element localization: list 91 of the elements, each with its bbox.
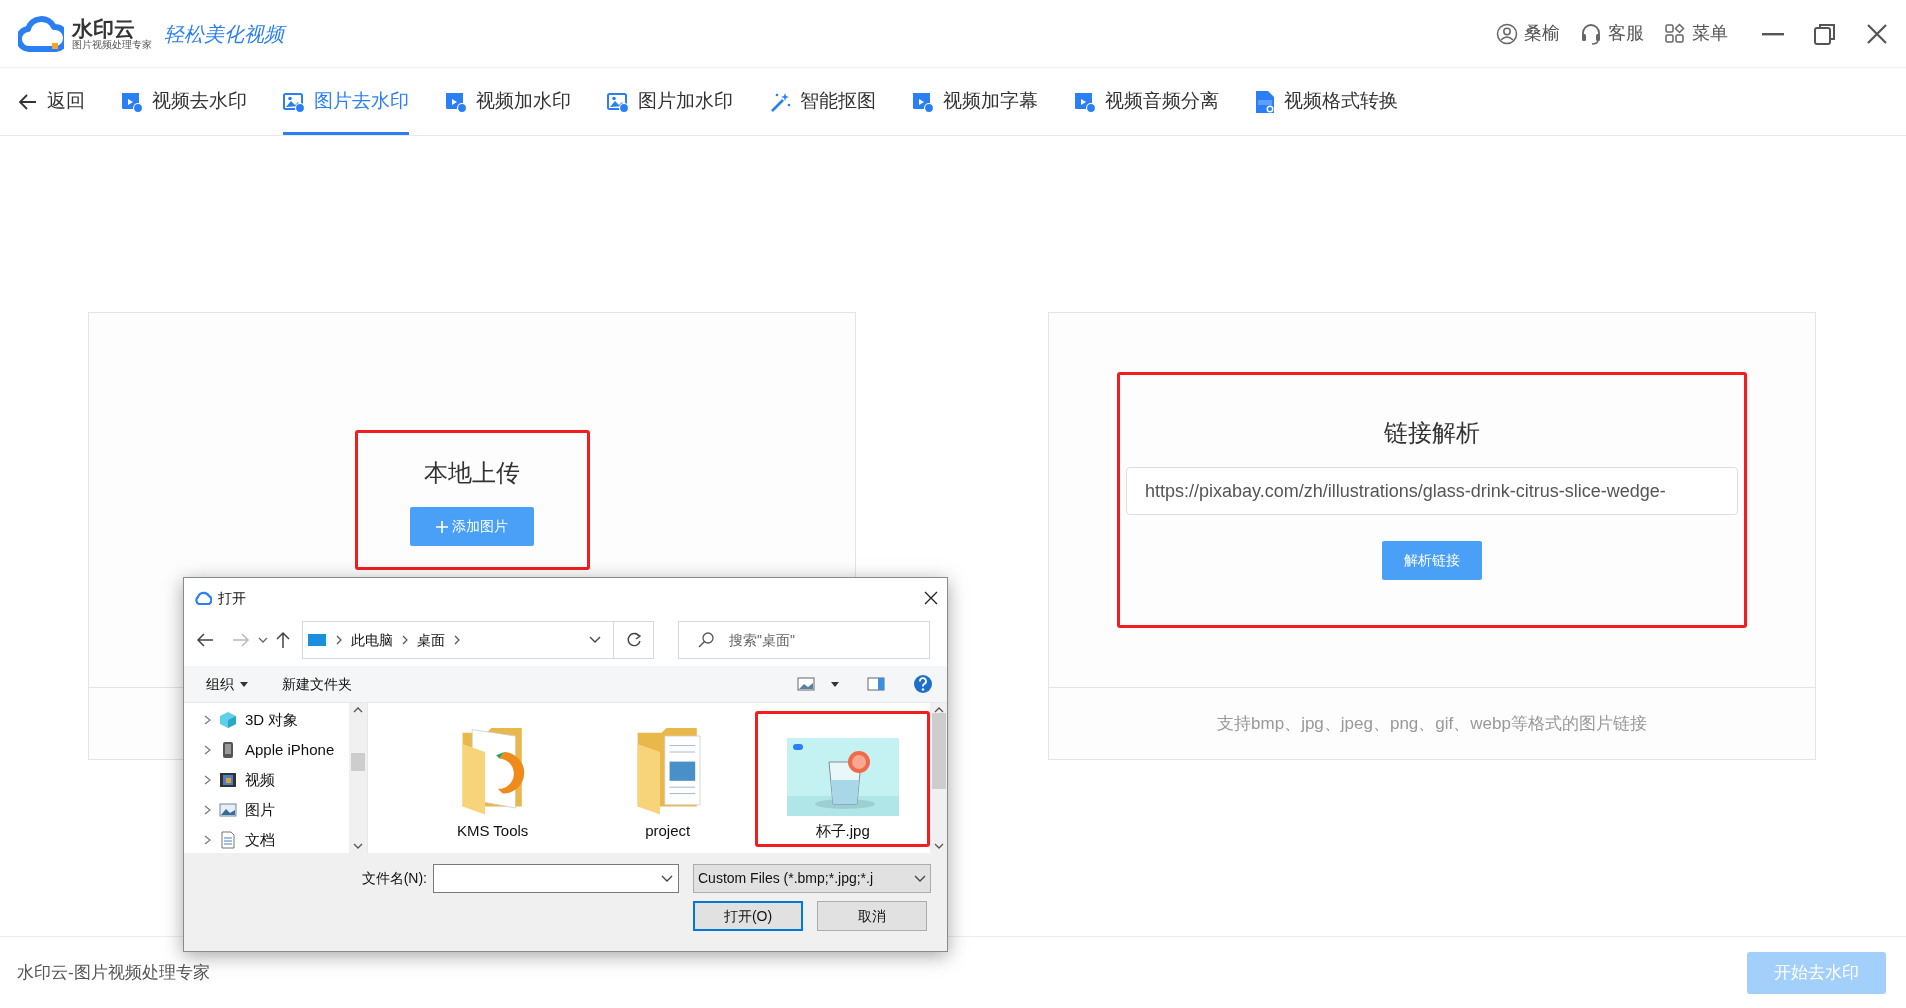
nav-tab[interactable]: 视频格式转换 bbox=[1255, 68, 1398, 135]
chevron-down-icon[interactable] bbox=[589, 636, 601, 644]
nav-tab[interactable]: 返回 bbox=[18, 68, 85, 135]
search-field[interactable]: 搜索"桌面" bbox=[678, 621, 930, 659]
help-icon[interactable] bbox=[913, 674, 933, 694]
caret-down-icon bbox=[240, 681, 248, 687]
file-item[interactable]: KMS Tools bbox=[405, 711, 581, 847]
chevron-down-icon[interactable] bbox=[258, 636, 268, 644]
tree-item[interactable]: 文档 bbox=[184, 825, 350, 853]
preview-pane-icon[interactable] bbox=[867, 677, 885, 691]
chevron-right-icon bbox=[204, 745, 211, 755]
header-action-button[interactable]: 桑榆 bbox=[1496, 20, 1560, 47]
tree-item[interactable]: 视频 bbox=[184, 765, 350, 795]
refresh-icon bbox=[625, 632, 642, 648]
monitor-icon bbox=[307, 633, 327, 647]
scroll-up-icon bbox=[353, 707, 364, 713]
close-icon[interactable] bbox=[923, 590, 939, 606]
chevron-down-icon[interactable] bbox=[661, 875, 673, 883]
chevron-right-icon bbox=[204, 775, 211, 785]
chevron-down-icon bbox=[914, 874, 926, 883]
header-action-button[interactable]: 菜单 bbox=[1664, 20, 1728, 47]
scrollbar[interactable] bbox=[349, 703, 368, 853]
address-bar[interactable]: 此电脑 桌面 bbox=[302, 621, 614, 659]
film-icon bbox=[219, 771, 237, 789]
headset-icon bbox=[1580, 22, 1602, 45]
logo-name: 水印云 bbox=[72, 17, 136, 39]
nav-tab[interactable]: 智能抠图 bbox=[769, 68, 876, 135]
nav-tab[interactable]: 视频加水印 bbox=[445, 68, 571, 135]
panel-title: 链接解析 bbox=[1384, 418, 1480, 448]
video-icon bbox=[912, 90, 934, 113]
chevron-right-icon bbox=[204, 715, 211, 725]
scroll-thumb[interactable] bbox=[931, 713, 946, 789]
nav-tab[interactable]: 视频去水印 bbox=[121, 68, 247, 135]
cloud-logo-icon bbox=[194, 590, 212, 606]
header-action-button[interactable]: 客服 bbox=[1580, 20, 1644, 47]
scroll-down-icon bbox=[933, 843, 944, 849]
chevron-right-icon bbox=[335, 635, 343, 645]
cancel-button[interactable]: 取消 bbox=[817, 901, 927, 931]
tree-item[interactable]: 3D 对象 bbox=[184, 705, 350, 735]
plus-icon bbox=[436, 520, 448, 533]
picture-folder-icon bbox=[219, 801, 237, 819]
logo-tagline: 图片视频处理专家 bbox=[72, 38, 152, 50]
cube-icon bbox=[219, 711, 237, 729]
chevron-right-icon bbox=[453, 635, 461, 645]
app-caption: 水印云-图片视频处理专家 bbox=[17, 961, 210, 984]
chevron-right-icon bbox=[204, 805, 211, 815]
refresh-button[interactable] bbox=[614, 621, 654, 659]
search-icon bbox=[698, 632, 714, 648]
format-hint: 支持bmp、jpg、jpeg、png、gif、webp等格式的图片链接 bbox=[1049, 687, 1815, 759]
file-type-dropdown[interactable]: Custom Files (*.bmp;*.jpg;*.j bbox=[693, 864, 931, 893]
open-button[interactable]: 打开(O) bbox=[693, 901, 803, 931]
cloud-logo-icon bbox=[18, 14, 64, 53]
breadcrumb-item[interactable]: 桌面 bbox=[417, 629, 445, 651]
nav-tab[interactable]: 图片去水印 bbox=[283, 68, 409, 135]
video-icon bbox=[121, 90, 143, 113]
filename-field[interactable] bbox=[433, 864, 679, 893]
chevron-right-icon bbox=[204, 835, 211, 845]
chevron-right-icon bbox=[401, 635, 409, 645]
image-icon bbox=[607, 90, 629, 113]
tree-item[interactable]: 图片 bbox=[184, 795, 350, 825]
back-arrow-icon[interactable] bbox=[196, 632, 214, 648]
tree-item[interactable]: Apple iPhone bbox=[184, 735, 350, 765]
toolbar-button[interactable]: 组织 bbox=[206, 673, 248, 695]
file-icon bbox=[1255, 89, 1275, 114]
arrow-left-icon bbox=[18, 91, 38, 112]
filename-label: 文件名(N): bbox=[361, 869, 427, 888]
video-icon bbox=[445, 90, 467, 113]
image-icon bbox=[283, 90, 305, 113]
user-icon bbox=[1496, 22, 1518, 45]
toolbar-button[interactable]: 新建文件夹 bbox=[282, 673, 352, 695]
scrollbar[interactable] bbox=[930, 703, 947, 853]
grid-icon bbox=[1664, 22, 1686, 45]
nav-tab[interactable]: 图片加水印 bbox=[607, 68, 733, 135]
close-icon[interactable] bbox=[1866, 22, 1888, 45]
up-arrow-icon[interactable] bbox=[276, 631, 290, 649]
view-icon[interactable] bbox=[797, 677, 815, 691]
document-icon bbox=[219, 831, 237, 849]
caret-down-icon[interactable] bbox=[831, 681, 839, 687]
nav-tab[interactable]: 视频音频分离 bbox=[1074, 68, 1219, 135]
scroll-thumb[interactable] bbox=[351, 753, 366, 771]
file-item[interactable]: project bbox=[580, 711, 756, 847]
dialog-title: 打开 bbox=[218, 588, 246, 608]
url-field[interactable]: https://pixabay.com/zh/illustrations/glass-drink-citrus-slice-wedge- bbox=[1126, 467, 1738, 515]
scroll-down-icon bbox=[353, 843, 364, 849]
scroll-up-icon bbox=[933, 707, 944, 713]
panel-title: 本地上传 bbox=[424, 458, 520, 488]
restore-icon[interactable] bbox=[1814, 22, 1836, 45]
video-icon bbox=[1074, 90, 1096, 113]
file-item[interactable]: 杯子.jpg bbox=[755, 711, 931, 847]
nav-tab[interactable]: 视频加字幕 bbox=[912, 68, 1038, 135]
breadcrumb-item[interactable]: 此电脑 bbox=[351, 629, 393, 651]
